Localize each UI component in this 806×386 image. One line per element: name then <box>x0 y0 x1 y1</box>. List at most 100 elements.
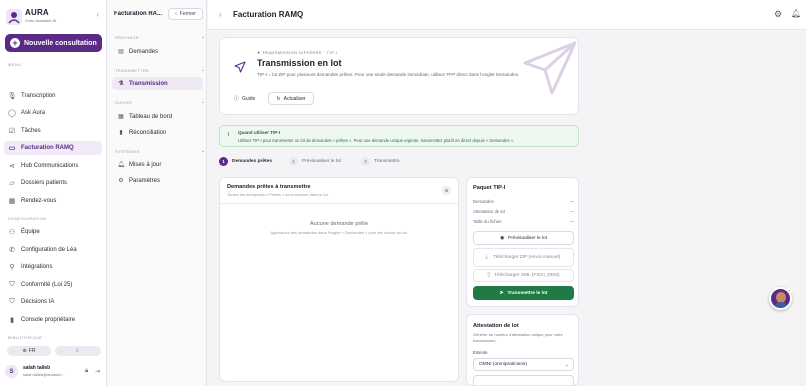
attestation-title: Attestation de lot <box>473 323 519 329</box>
assistant-badge-icon: + <box>787 288 792 293</box>
preview-batch-button[interactable]: ◉ Prévisualiser le lot <box>473 231 574 245</box>
hero-kicker: ✦ TRANSMISSION DIFFÉRÉE · TIP-I <box>257 50 338 55</box>
subnav-section-province[interactable]: PROVINCE ⌄ <box>115 34 205 40</box>
download-xml-button[interactable]: ▯ Télécharger XML (FICH_DEM) <box>473 269 574 282</box>
sidebar-item-facturation-ramq[interactable]: ▭ Facturation RAMQ <box>4 141 102 155</box>
user-profile[interactable]: S salah taileb salah.taileb@aurascri... … <box>5 363 103 380</box>
subnav-section-transmettre[interactable]: TRANSMETTRE ⌄ <box>115 67 205 73</box>
sidebar-item-ask-aura[interactable]: ◯ Ask Aura <box>4 106 102 120</box>
send-icon <box>234 61 246 73</box>
stepper: 1 Demandes prêtes 2 Prévisualiser le lot 3… <box>219 157 519 167</box>
theme-toggle[interactable]: ☾ <box>55 346 101 356</box>
chevron-left-icon: ‹ <box>175 11 177 17</box>
send-icon: ➤ <box>499 290 504 296</box>
download-zip-button[interactable]: ⤓ Télécharger ZIP (envoi manuel) <box>473 248 574 267</box>
chat-icon: ◯ <box>8 110 16 117</box>
brand-subtitle: Votre Assistant IA <box>25 18 57 23</box>
lock-icon[interactable]: 🔒︎ <box>85 368 88 375</box>
team-icon: ⚇ <box>8 229 16 236</box>
library-section-label: BIBLIOTHÈQUE <box>8 335 43 340</box>
close-subnav-button[interactable]: ‹ Fermer <box>168 8 203 20</box>
sidebar-item-hub-communications[interactable]: ⋖ Hub Communications <box>4 159 102 173</box>
subnav-item-reconciliation[interactable]: ▮ Réconciliation <box>112 126 203 139</box>
subnav-item-tableau-de-bord[interactable]: ▦ Tableau de bord <box>112 110 203 123</box>
hero-card: ✦ TRANSMISSION DIFFÉRÉE · TIP-I Transmis… <box>219 37 579 115</box>
subnav-item-transmission[interactable]: ⚗ Transmission <box>112 77 203 90</box>
folder-icon: ▱ <box>9 180 15 187</box>
guide-button[interactable]: ⓘ Guide <box>234 93 255 104</box>
count-badge: 0 <box>442 186 451 195</box>
file-icon: ▯ <box>487 273 490 278</box>
shield-icon: ⛉ <box>9 281 15 288</box>
notifications-icon[interactable]: 🔔︎ <box>791 9 801 18</box>
empty-state-text: Approuvez des demandes dans l'onglet « D… <box>270 230 408 235</box>
logout-icon[interactable]: ⇥ <box>95 368 100 375</box>
sidebar-item-dossiers-patients[interactable]: ▱ Dossiers patients <box>4 176 102 190</box>
subnav-title: Facturation RA... <box>114 11 163 17</box>
sidebar-item-rendez-vous[interactable]: ▦ Rendez-vous <box>4 194 102 208</box>
entente-label: Entente <box>473 350 488 355</box>
subnav-section-systemes[interactable]: SYSTÈMES ⌄ <box>115 148 205 154</box>
eye-icon: ◉ <box>499 235 505 241</box>
chevron-down-icon: ⌄ <box>201 148 206 154</box>
subnav-section-suivre[interactable]: SUIVRE ⌄ <box>115 99 205 105</box>
subnav-item-mises-a-jour[interactable]: 🔔︎ Mises à jour <box>112 158 203 171</box>
info-title: Quand utiliser TIP-I <box>238 130 281 135</box>
collapse-sidebar-icon[interactable]: ‹ <box>97 12 99 19</box>
sidebar-item-integrations[interactable]: ⚲ Intégrations <box>4 260 102 274</box>
checkbox-icon: ☑︎ <box>8 128 16 135</box>
top-bar: ‹ Facturation RAMQ ⚙︎ 🔔︎ <box>208 0 806 30</box>
info-text: Utilisez TIP-I pour transmettre un lot d… <box>238 138 515 143</box>
ready-requests-title: Demandes prêtes à transmettre <box>227 184 311 190</box>
attestation-description: Générer un numéro d'attestation unique p… <box>473 332 563 343</box>
back-icon[interactable]: ‹ <box>219 10 222 19</box>
main-sidebar: AURA Votre Assistant IA ‹ + Nouvelle con… <box>0 0 107 386</box>
step-demandes-pretes[interactable]: 1 Demandes prêtes <box>219 157 272 166</box>
aura-logo-icon <box>6 9 22 25</box>
sidebar-item-transcription[interactable]: 🎙︎ Transcription <box>4 89 102 103</box>
package-card: Paquet TIP-I Demandes — Attestation de lo… <box>466 177 579 307</box>
chevron-down-icon: ⌄ <box>201 99 206 105</box>
transmit-batch-button[interactable]: ➤ Transmettre le lot <box>473 286 574 300</box>
subnav-item-demandes[interactable]: ▤ Demandes <box>112 45 203 58</box>
gear-icon: ⚙︎ <box>118 178 124 184</box>
sidebar-item-conformite[interactable]: ⛉ Conformité (Loi 25) <box>4 278 102 292</box>
sidebar-item-decisions-ia[interactable]: ⛉ Décisions IA <box>4 295 102 309</box>
chevron-down-icon: ⌄ <box>564 362 569 368</box>
subnav-item-parametres[interactable]: ⚙︎ Paramètres <box>112 174 203 187</box>
share-icon: ⋖ <box>9 163 15 170</box>
entente-select[interactable]: OMNI (omnipraticiens) ⌄ <box>473 358 574 371</box>
config-section-label: CONFIGURATION <box>8 216 47 221</box>
settings-icon[interactable]: ⚙︎ <box>774 9 782 20</box>
sidebar-item-equipe[interactable]: ⚇ Équipe <box>4 225 102 239</box>
grid-icon: ▦ <box>118 114 124 120</box>
chart-icon: ▮ <box>10 317 14 324</box>
brand-name: AURA <box>25 8 49 17</box>
step-previsualiser[interactable]: 2 Prévisualiser le lot <box>289 157 341 166</box>
calendar-icon: ▦ <box>8 198 16 205</box>
brand: AURA Votre Assistant IA ‹ <box>6 8 101 26</box>
language-toggle[interactable]: ⊕ FR <box>7 346 51 356</box>
new-consultation-button[interactable]: + Nouvelle consultation <box>5 34 102 52</box>
generate-attestation-button[interactable] <box>473 375 574 386</box>
shield-check-icon: ⛉ <box>9 298 15 305</box>
bell-icon: 🔔︎ <box>117 162 125 168</box>
microphone-icon: 🎙︎ <box>7 93 17 100</box>
hero-description: TIP-I = lot ZIP pour plusieurs demandes … <box>257 72 520 77</box>
step-transmettre[interactable]: 3 Transmettre <box>361 157 400 166</box>
sidebar-item-console-proprietaire[interactable]: ▮ Console propriétaire <box>4 313 102 327</box>
phone-icon: ✆ <box>9 247 15 254</box>
package-title: Paquet TIP-I <box>473 185 506 191</box>
refresh-button[interactable]: ↻ Actualiser <box>268 92 314 105</box>
info-banner: i Quand utiliser TIP-I Utilisez TIP-I po… <box>219 125 579 147</box>
sidebar-item-taches[interactable]: ☑︎ Tâches <box>4 124 102 138</box>
moon-icon: ☾ <box>75 348 81 354</box>
flask-icon: ⚗ <box>118 81 124 87</box>
info-circle-icon: ⓘ <box>234 96 240 102</box>
plus-icon: + <box>10 38 20 48</box>
new-consultation-label: Nouvelle consultation <box>24 39 97 47</box>
ready-requests-card: Demandes prêtes à transmettre Toutes les… <box>219 177 459 382</box>
globe-icon: ⊕ <box>22 348 27 354</box>
sidebar-item-configuration-lea[interactable]: ✆ Configuration de Léa <box>4 243 102 257</box>
menu-section-label: MENU <box>8 62 22 67</box>
